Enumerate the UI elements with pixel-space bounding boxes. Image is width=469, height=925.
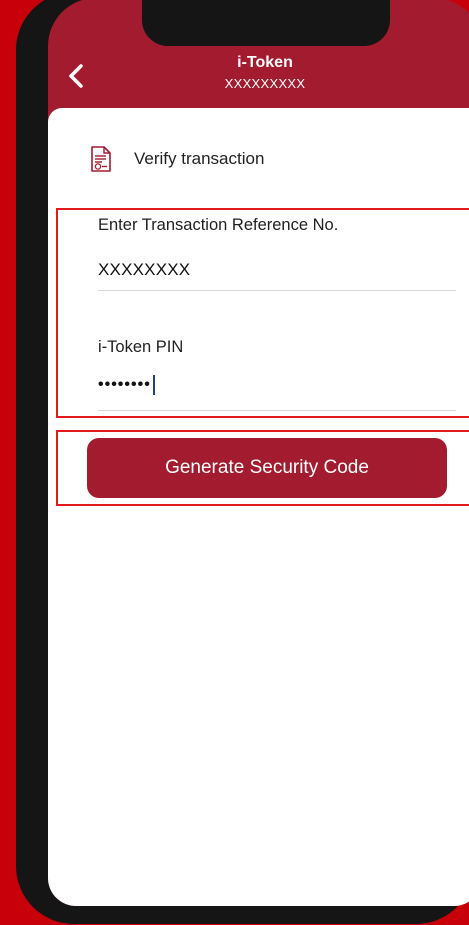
fields-highlight: Enter Transaction Reference No. XXXXXXXX… [56, 208, 469, 418]
page-title: i-Token [237, 54, 293, 71]
pin-masked-value: •••••••• [98, 376, 151, 393]
pin-label: i-Token PIN [98, 338, 184, 356]
reference-input[interactable]: XXXXXXXX [98, 260, 190, 280]
generate-security-code-button[interactable]: Generate Security Code [87, 438, 447, 498]
reference-underline [98, 290, 456, 291]
section-title: Verify transaction [134, 149, 265, 168]
pin-input[interactable]: •••••••• [98, 374, 155, 395]
app-header: i-Token XXXXXXXXX [48, 50, 469, 110]
pin-underline [98, 410, 456, 411]
phone-frame: i-Token XXXXXXXXX Verify transaction Ent… [16, 0, 469, 924]
reference-label: Enter Transaction Reference No. [98, 216, 339, 234]
page: i-Token XXXXXXXXX Verify transaction Ent… [0, 0, 469, 925]
section-header: Verify transaction [90, 144, 264, 174]
app-screen: i-Token XXXXXXXXX Verify transaction Ent… [48, 0, 469, 906]
main-content: Verify transaction Enter Transaction Ref… [48, 108, 469, 906]
device-notch [142, 0, 390, 46]
document-icon [91, 146, 111, 172]
text-caret [152, 374, 155, 395]
page-subtitle: XXXXXXXXX [224, 76, 306, 91]
